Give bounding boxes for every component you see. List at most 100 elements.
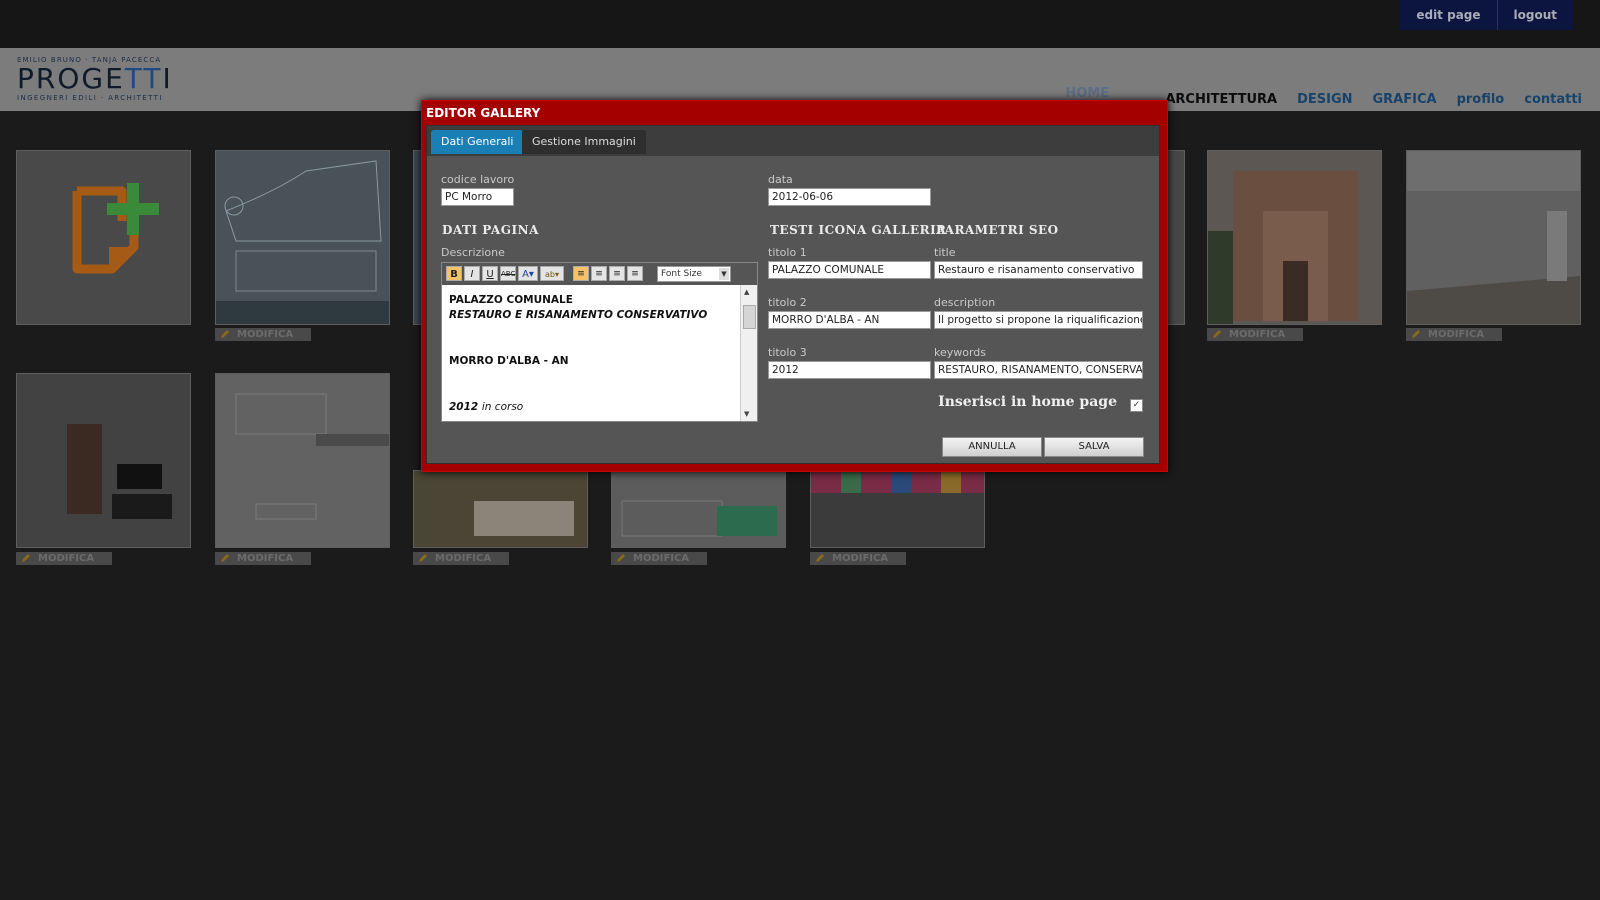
- modifica-button[interactable]: MODIFICA: [16, 552, 112, 565]
- parametri-seo-heading: PARAMETRI SEO: [936, 223, 1059, 237]
- homepage-label: Inserisci in home page: [938, 394, 1117, 410]
- add-document-icon: [72, 183, 159, 274]
- homepage-checkbox[interactable]: ✓: [1130, 399, 1143, 412]
- titolo2-input[interactable]: MORRO D'ALBA - AN: [768, 311, 931, 329]
- seo-keywords-input[interactable]: RESTAURO, RISANAMENTO, CONSERVATIVO: [934, 361, 1143, 379]
- align-left-icon[interactable]: ≡: [573, 266, 589, 281]
- titolo3-input[interactable]: 2012: [768, 361, 931, 379]
- italic-icon[interactable]: I: [464, 266, 480, 281]
- pencil-icon: [219, 328, 231, 340]
- scroll-thumb[interactable]: [743, 305, 756, 329]
- modifica-button[interactable]: MODIFICA: [611, 552, 707, 565]
- align-justify-icon[interactable]: ≡: [627, 266, 643, 281]
- titolo1-label: titolo 1: [768, 246, 807, 259]
- pencil-icon: [1410, 328, 1422, 340]
- data-input[interactable]: 2012-06-06: [768, 188, 931, 206]
- nav-home[interactable]: HOME: [1065, 86, 1109, 101]
- seo-description-label: description: [934, 296, 996, 309]
- titolo3-label: titolo 3: [768, 346, 807, 359]
- align-center-icon[interactable]: ≡: [591, 266, 607, 281]
- pencil-icon: [20, 552, 32, 564]
- salva-button[interactable]: SALVA: [1044, 437, 1144, 457]
- bathroom-thumbnail: [414, 471, 587, 547]
- dati-pagina-heading: DATI PAGINA: [442, 223, 539, 237]
- pencil-icon: [1211, 328, 1223, 340]
- top-bar: edit page logout: [0, 0, 1600, 48]
- dialog-body: Dati Generali Gestione Immagini codice l…: [426, 125, 1160, 464]
- nav-design[interactable]: DESIGN: [1297, 92, 1352, 107]
- descrizione-label: Descrizione: [441, 246, 505, 259]
- technical-drawing-thumbnail: [216, 374, 389, 547]
- titolo1-input[interactable]: PALAZZO COMUNALE: [768, 261, 931, 279]
- modifica-button[interactable]: MODIFICA: [215, 552, 311, 565]
- scroll-up-icon[interactable]: ▲: [744, 288, 749, 296]
- pencil-icon: [417, 552, 429, 564]
- data-label: data: [768, 173, 793, 186]
- seo-keywords-label: keywords: [934, 346, 987, 359]
- site-plan-thumbnail: [216, 151, 389, 324]
- admin-bar: edit page logout: [1400, 0, 1573, 30]
- scroll-down-icon[interactable]: ▼: [744, 410, 749, 418]
- site-logo[interactable]: EMILIO BRUNO · TANJA PACECCA PROGETTI IN…: [17, 56, 187, 108]
- facade-drawing-thumbnail: [612, 471, 785, 547]
- modifica-button[interactable]: MODIFICA: [1406, 328, 1502, 341]
- highlight-color-icon[interactable]: ab▾: [540, 266, 564, 281]
- editor-gallery-dialog: EDITOR GALLERY Dati Generali Gestione Im…: [421, 100, 1168, 472]
- dialog-tabs: Dati Generali Gestione Immagini: [427, 126, 1159, 156]
- description-content[interactable]: PALAZZO COMUNALE RESTAURO E RISANAMENTO …: [442, 285, 740, 421]
- tab-dati-generali[interactable]: Dati Generali: [431, 130, 524, 154]
- nav-architettura[interactable]: ARCHITETTURA: [1165, 92, 1277, 107]
- codice-lavoro-label: codice lavoro: [441, 173, 515, 186]
- annulla-button[interactable]: ANNULLA: [942, 437, 1042, 457]
- colorful-render-thumbnail: [811, 471, 984, 547]
- logo-bottom-text: INGEGNERI EDILI · ARCHITETTI: [17, 94, 163, 102]
- font-color-icon[interactable]: A▾: [518, 266, 538, 281]
- gallery-thumb-colors[interactable]: [810, 470, 985, 548]
- nav-contatti[interactable]: contatti: [1524, 92, 1582, 107]
- gallery-thumb-bath[interactable]: [413, 470, 588, 548]
- living-room-thumbnail: [17, 374, 190, 547]
- add-gallery-item[interactable]: [16, 150, 191, 325]
- main-nav: HOME ARCHITETTURA DESIGN GRAFICA profilo…: [1065, 86, 1582, 107]
- bold-icon[interactable]: B: [446, 266, 462, 281]
- nav-profilo[interactable]: profilo: [1457, 92, 1505, 107]
- gallery-thumb-drawing[interactable]: [215, 373, 390, 548]
- edit-page-link[interactable]: edit page: [1400, 0, 1496, 30]
- gallery-thumb-church[interactable]: [1207, 150, 1382, 325]
- editor-scrollbar[interactable]: ▲ ▼: [740, 285, 757, 421]
- pencil-icon: [615, 552, 627, 564]
- editor-toolbar: B I U ABC A▾ ab▾ ≡ ≡ ≡ ≡ Font Size ▼: [442, 263, 757, 285]
- titolo2-label: titolo 2: [768, 296, 807, 309]
- testi-icona-heading: TESTI ICONA GALLERIA: [770, 223, 947, 237]
- description-line: RESTAURO E RISANAMENTO CONSERVATIVO: [449, 309, 708, 321]
- logo-main-text: PROGETTI: [17, 62, 173, 95]
- interior-photo-thumbnail: [1407, 151, 1580, 324]
- modifica-button[interactable]: MODIFICA: [810, 552, 906, 565]
- pencil-icon: [814, 552, 826, 564]
- modifica-button[interactable]: MODIFICA: [1207, 328, 1303, 341]
- codice-lavoro-input[interactable]: PC Morro: [441, 188, 514, 206]
- modifica-button[interactable]: MODIFICA: [413, 552, 509, 565]
- pencil-icon: [219, 552, 231, 564]
- tab-gestione-immagini[interactable]: Gestione Immagini: [522, 130, 646, 154]
- modifica-button[interactable]: MODIFICA: [215, 328, 311, 341]
- gallery-thumb-room[interactable]: [1406, 150, 1581, 325]
- rich-text-editor: B I U ABC A▾ ab▾ ≡ ≡ ≡ ≡ Font Size ▼ PALA…: [441, 262, 758, 422]
- logout-link[interactable]: logout: [1496, 0, 1573, 30]
- align-right-icon[interactable]: ≡: [609, 266, 625, 281]
- gallery-thumb-facade[interactable]: [611, 470, 786, 548]
- church-photo-thumbnail: [1208, 151, 1381, 324]
- underline-icon[interactable]: U: [482, 266, 498, 281]
- gallery-thumb-interior[interactable]: [16, 373, 191, 548]
- description-line: 2012 in corso: [449, 401, 524, 413]
- seo-description-input[interactable]: Il progetto si propone la riqualificazio…: [934, 311, 1143, 329]
- gallery-thumb-plan-1[interactable]: [215, 150, 390, 325]
- dialog-title: EDITOR GALLERY: [426, 106, 541, 120]
- font-size-select[interactable]: Font Size ▼: [657, 266, 731, 282]
- description-line: MORRO D'ALBA - AN: [449, 355, 569, 367]
- chevron-down-icon: ▼: [719, 268, 729, 280]
- nav-grafica[interactable]: GRAFICA: [1373, 92, 1437, 107]
- strikethrough-icon[interactable]: ABC: [500, 266, 516, 281]
- seo-title-label: title: [934, 246, 956, 259]
- seo-title-input[interactable]: Restauro e risanamento conservativo: [934, 261, 1143, 279]
